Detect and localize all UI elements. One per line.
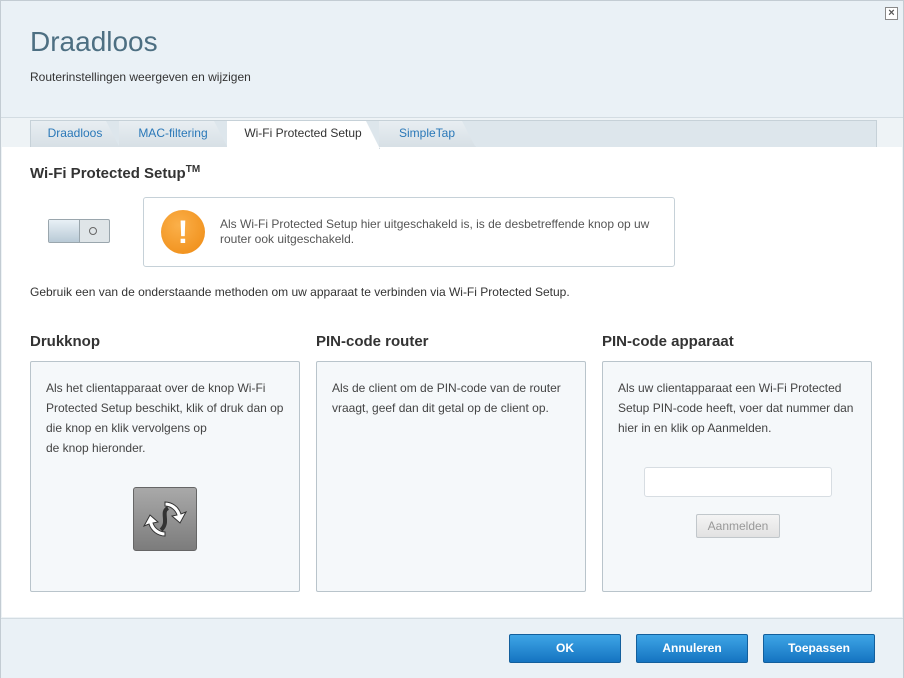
- toggle-off-indicator: [89, 227, 97, 235]
- header: Draadloos Routerinstellingen weergeven e…: [1, 1, 903, 118]
- text-line: Als de client om de PIN-code van de rout…: [332, 381, 561, 395]
- footer: OK Annuleren Toepassen: [1, 618, 903, 678]
- router-pin-panel: Als de client om de PIN-code van de rout…: [316, 361, 586, 592]
- warning-icon: !: [161, 210, 205, 254]
- close-icon[interactable]: ×: [885, 7, 898, 20]
- apply-button[interactable]: Toepassen: [763, 634, 875, 663]
- text-line: hier in en klik op Aanmelden.: [618, 421, 772, 435]
- tab-mac-filtering[interactable]: MAC-filtering: [119, 121, 228, 148]
- text-line: de knop hieronder.: [46, 441, 146, 455]
- wps-sync-icon: [142, 501, 188, 537]
- warning-box: ! Als Wi-Fi Protected Setup hier uitgesc…: [143, 197, 675, 267]
- wps-push-button[interactable]: [133, 487, 197, 551]
- push-button-title: Drukknop: [30, 333, 101, 350]
- device-pin-text: Als uw clientapparaat een Wi-Fi Protecte…: [618, 378, 863, 438]
- intro-text: Gebruik een van de onderstaande methoden…: [30, 285, 570, 299]
- toggle-knob: [49, 220, 80, 242]
- router-pin-title: PIN-code router: [316, 333, 429, 350]
- cancel-button[interactable]: Annuleren: [636, 634, 748, 663]
- text-line: vraagt, geef dan dit getal op de client …: [332, 401, 549, 415]
- device-pin-panel: Als uw clientapparaat een Wi-Fi Protecte…: [602, 361, 872, 592]
- push-button-panel: Als het clientapparaat over de knop Wi-F…: [30, 361, 300, 592]
- section-title: Wi-Fi Protected SetupTM: [30, 164, 200, 182]
- trademark-sup: TM: [185, 164, 201, 175]
- warning-text: Als Wi-Fi Protected Setup hier uitgescha…: [220, 217, 650, 246]
- ok-button[interactable]: OK: [509, 634, 621, 663]
- text-line: Als uw clientapparaat een Wi-Fi Protecte…: [618, 381, 842, 395]
- text-line: die knop en klik vervolgens op: [46, 421, 207, 435]
- tab-draadloos[interactable]: Draadloos: [31, 121, 120, 148]
- text-line: Protected Setup beschikt, klik of druk d…: [46, 401, 284, 415]
- section-title-text: Wi-Fi Protected Setup: [30, 165, 186, 182]
- login-button[interactable]: Aanmelden: [696, 514, 780, 538]
- tab-wi-fi-protected-setup[interactable]: Wi-Fi Protected Setup: [227, 121, 380, 149]
- device-pin-title: PIN-code apparaat: [602, 333, 734, 350]
- tab-simpletap[interactable]: SimpleTap: [379, 121, 476, 148]
- text-line: Als het clientapparaat over de knop Wi-F…: [46, 381, 266, 395]
- tab-bar: Draadloos MAC-filtering Wi-Fi Protected …: [30, 120, 877, 148]
- content-area: Wi-Fi Protected SetupTM ! Als Wi-Fi Prot…: [2, 147, 902, 617]
- router-pin-text: Als de client om de PIN-code van de rout…: [332, 378, 577, 418]
- page-title: Draadloos: [30, 26, 158, 57]
- dialog-window: Draadloos Routerinstellingen weergeven e…: [0, 0, 904, 678]
- page-subtitle: Routerinstellingen weergeven en wijzigen: [30, 70, 251, 84]
- push-button-text: Als het clientapparaat over de knop Wi-F…: [46, 378, 291, 458]
- text-line: Setup PIN-code heeft, voer dat nummer da…: [618, 401, 854, 415]
- wps-toggle[interactable]: [48, 219, 110, 243]
- device-pin-input[interactable]: [644, 467, 832, 497]
